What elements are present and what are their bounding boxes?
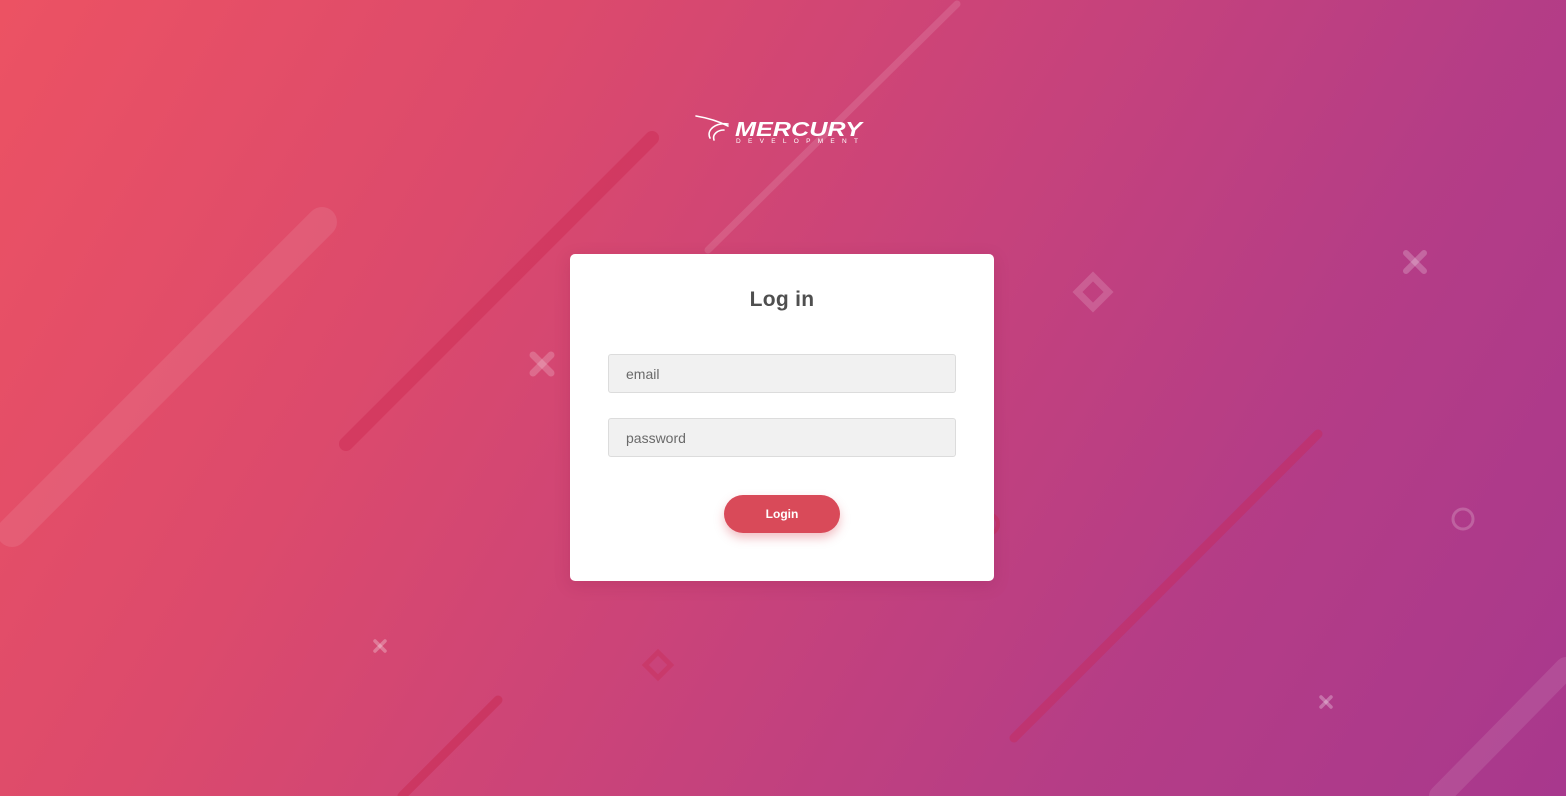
diamond-icon	[1072, 271, 1114, 313]
login-button[interactable]: Login	[724, 495, 840, 533]
rocket-swoosh-icon	[695, 115, 729, 141]
email-field[interactable]	[608, 354, 956, 393]
password-field[interactable]	[608, 418, 956, 457]
login-card: Log in Login	[570, 254, 994, 581]
x-mark-icon	[1403, 250, 1427, 274]
mercury-development-logo: MERCURY DEVELOPMENT	[694, 112, 866, 148]
ring-icon	[1451, 507, 1475, 531]
login-title: Log in	[749, 288, 815, 311]
x-mark-icon	[1319, 695, 1333, 709]
x-mark-icon	[529, 351, 555, 377]
diamond-icon	[641, 648, 675, 682]
x-mark-icon	[373, 639, 387, 653]
